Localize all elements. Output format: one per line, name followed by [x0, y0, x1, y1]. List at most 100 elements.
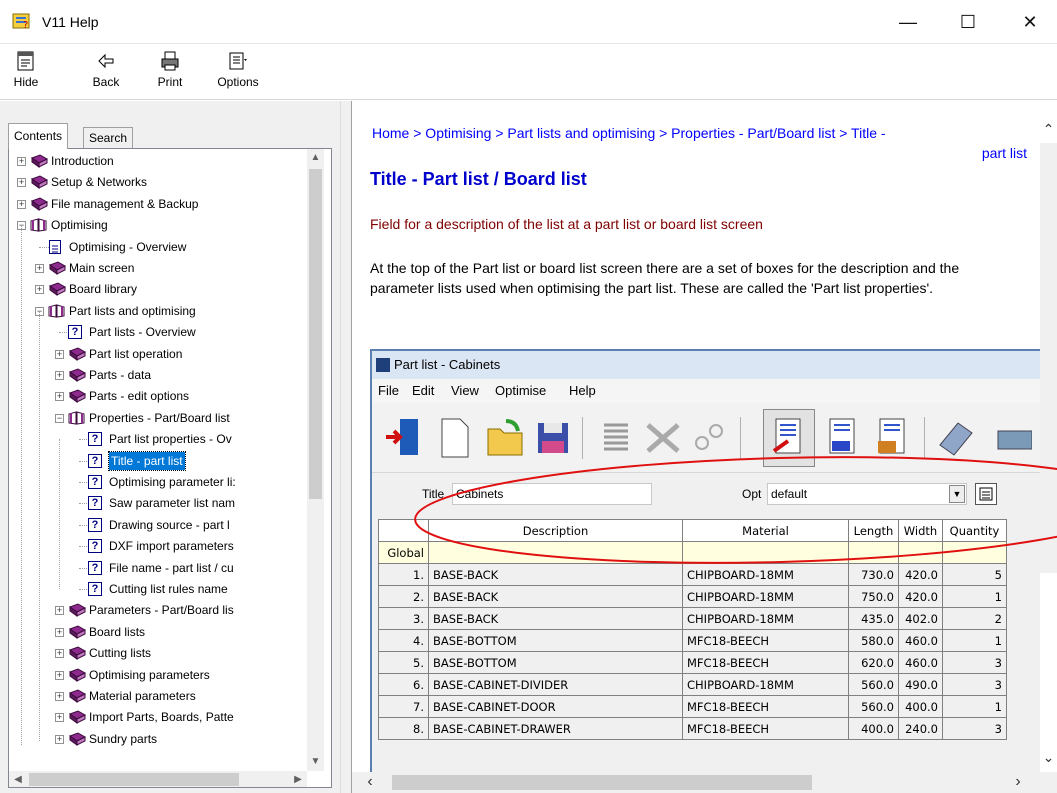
scroll-up-arrow-icon[interactable]: ▲: [307, 149, 324, 167]
scroll-right-arrow-icon[interactable]: ▶: [289, 771, 307, 787]
tree-item[interactable]: + Board library: [9, 279, 305, 299]
menu-file: File: [378, 383, 399, 398]
maximize-button[interactable]: ☐: [945, 0, 991, 44]
content-vertical-scrollbar[interactable]: ⌃ ⌄: [1040, 121, 1057, 771]
minimize-button[interactable]: —: [885, 0, 931, 44]
scroll-left-arrow-icon[interactable]: ◀: [9, 771, 27, 787]
close-button[interactable]: ✕: [1007, 0, 1053, 44]
tree-item-label: Setup & Networks: [51, 175, 148, 190]
expand-plus-icon[interactable]: +: [55, 649, 64, 659]
tab-contents[interactable]: Contents: [8, 123, 69, 149]
tree-item[interactable]: + File management & Backup: [9, 194, 305, 214]
tree-hscroll-thumb[interactable]: [29, 773, 239, 786]
tree-item[interactable]: + Sundry parts: [9, 729, 305, 749]
tree-item[interactable]: − Optimising: [9, 215, 305, 235]
tree-item[interactable]: + Cutting lists: [9, 643, 305, 663]
table-cell: CHIPBOARD-18MM: [682, 673, 849, 696]
tree-item[interactable]: − Part lists and optimising: [9, 301, 305, 321]
tree-item[interactable]: + Parameters - Part/Board lis: [9, 600, 305, 620]
tree-item[interactable]: ? Saw parameter list nam: [9, 493, 305, 513]
tree-item[interactable]: + Introduction: [9, 151, 305, 171]
help-toolbar: Hide Back Print Options: [0, 44, 1057, 100]
closed-book-icon: [68, 710, 86, 725]
tree-item[interactable]: ? Title - part list: [9, 450, 305, 471]
pane-splitter[interactable]: [340, 101, 352, 793]
expand-plus-icon[interactable]: +: [55, 392, 64, 402]
table-cell: 420.0: [898, 563, 943, 586]
tree-item[interactable]: + Parts - edit options: [9, 386, 305, 406]
help-topic-icon: ?: [88, 539, 102, 554]
expand-plus-icon[interactable]: +: [17, 157, 26, 166]
table-cell: 1: [942, 585, 1007, 608]
tree-scroll-thumb[interactable]: [309, 169, 322, 499]
cutting-list-icon: [878, 418, 905, 454]
list-lines-icon: [604, 423, 628, 451]
content-hscroll-thumb[interactable]: [392, 775, 812, 790]
hide-button[interactable]: Hide: [8, 50, 44, 96]
breadcrumb-tail[interactable]: part list: [982, 143, 1027, 163]
tab-search[interactable]: Search: [83, 127, 134, 149]
tree-item[interactable]: + Optimising parameters: [9, 665, 305, 685]
tree-item[interactable]: ? Part lists - Overview: [9, 322, 305, 342]
tree-item[interactable]: Optimising - Overview: [9, 237, 305, 257]
table-cell: 402.0: [898, 607, 943, 630]
collapse-minus-icon[interactable]: −: [55, 413, 64, 423]
help-topic-icon: ?: [88, 582, 102, 596]
expand-plus-icon[interactable]: +: [35, 264, 44, 273]
scroll-right-chevron-icon[interactable]: ›: [1008, 772, 1028, 793]
content-scroll-thumb[interactable]: [1040, 143, 1057, 573]
scroll-down-chevron-icon[interactable]: ⌄: [1040, 749, 1057, 766]
tree-vertical-scrollbar[interactable]: ▲ ▼: [307, 149, 324, 771]
tree-item[interactable]: ? Drawing source - part l: [9, 515, 305, 535]
tree-item[interactable]: ? Optimising parameter li:: [9, 472, 305, 492]
topic-content-pane: Home > Optimising > Part lists and optim…: [352, 101, 1057, 793]
expand-plus-icon[interactable]: +: [55, 371, 64, 380]
table-cell: 8.: [378, 717, 429, 740]
tree-item[interactable]: + Parts - data: [9, 365, 305, 385]
tree-horizontal-scrollbar[interactable]: ◀ ▶: [9, 771, 307, 787]
expand-plus-icon[interactable]: +: [55, 692, 64, 701]
tree-item[interactable]: + Setup & Networks: [9, 172, 305, 192]
expand-plus-icon[interactable]: +: [55, 734, 64, 744]
expand-plus-icon[interactable]: +: [55, 349, 64, 359]
tree-item[interactable]: ? Cutting list rules name: [9, 579, 305, 599]
tree-item[interactable]: ? DXF import parameters: [9, 536, 305, 556]
tree-item-label: Optimising: [51, 218, 108, 233]
tree-item[interactable]: + Main screen: [9, 258, 305, 278]
tree-item-label: Part list operation: [89, 346, 183, 361]
scroll-up-chevron-icon[interactable]: ⌃: [1040, 121, 1057, 138]
expand-plus-icon[interactable]: +: [17, 178, 26, 188]
back-button[interactable]: Back: [84, 50, 128, 96]
expand-plus-icon[interactable]: +: [55, 670, 64, 680]
scroll-down-arrow-icon[interactable]: ▼: [307, 753, 324, 771]
closed-book-icon: [68, 625, 86, 639]
table-cell: 5: [942, 563, 1007, 586]
expand-plus-icon[interactable]: +: [55, 606, 64, 616]
tree-item[interactable]: + Import Parts, Boards, Patte: [9, 707, 305, 727]
expand-plus-icon[interactable]: +: [55, 627, 64, 637]
tree-item[interactable]: − Properties - Part/Board list: [9, 408, 305, 428]
content-horizontal-scrollbar[interactable]: ‹ ›: [352, 772, 1057, 793]
table-row: 1. BASE-BACK CHIPBOARD-18MM 730.0 420.0 5: [378, 563, 1007, 586]
table-cell: MFC18-BEECH: [682, 695, 849, 718]
expand-plus-icon[interactable]: +: [55, 713, 64, 723]
print-label: Print: [157, 75, 183, 89]
tree-item[interactable]: ? File name - part list / cu: [9, 558, 305, 578]
tree-item[interactable]: + Material parameters: [9, 686, 305, 706]
closed-book-icon: [30, 175, 48, 190]
options-button[interactable]: Options: [210, 50, 266, 96]
table-cell: 1: [942, 629, 1007, 652]
tree-item[interactable]: + Part list operation: [9, 344, 305, 364]
breadcrumb-links[interactable]: Home > Optimising > Part lists and optim…: [372, 123, 886, 143]
table-cell: MFC18-BEECH: [682, 629, 849, 652]
expand-plus-icon[interactable]: +: [35, 285, 44, 295]
expand-plus-icon[interactable]: +: [17, 199, 26, 209]
tree-item[interactable]: + Board lists: [9, 622, 305, 642]
part-list-icon: [772, 418, 801, 454]
print-button[interactable]: Print: [152, 50, 188, 96]
scroll-left-chevron-icon[interactable]: ‹: [360, 772, 380, 793]
tree-item[interactable]: ? Part list properties - Ov: [9, 429, 305, 449]
table-cell: MFC18-BEECH: [682, 717, 849, 740]
table-cell: 6.: [378, 673, 429, 696]
partlist-screenshot: Part list - Cabinets File Edit View Opti…: [370, 349, 1040, 779]
